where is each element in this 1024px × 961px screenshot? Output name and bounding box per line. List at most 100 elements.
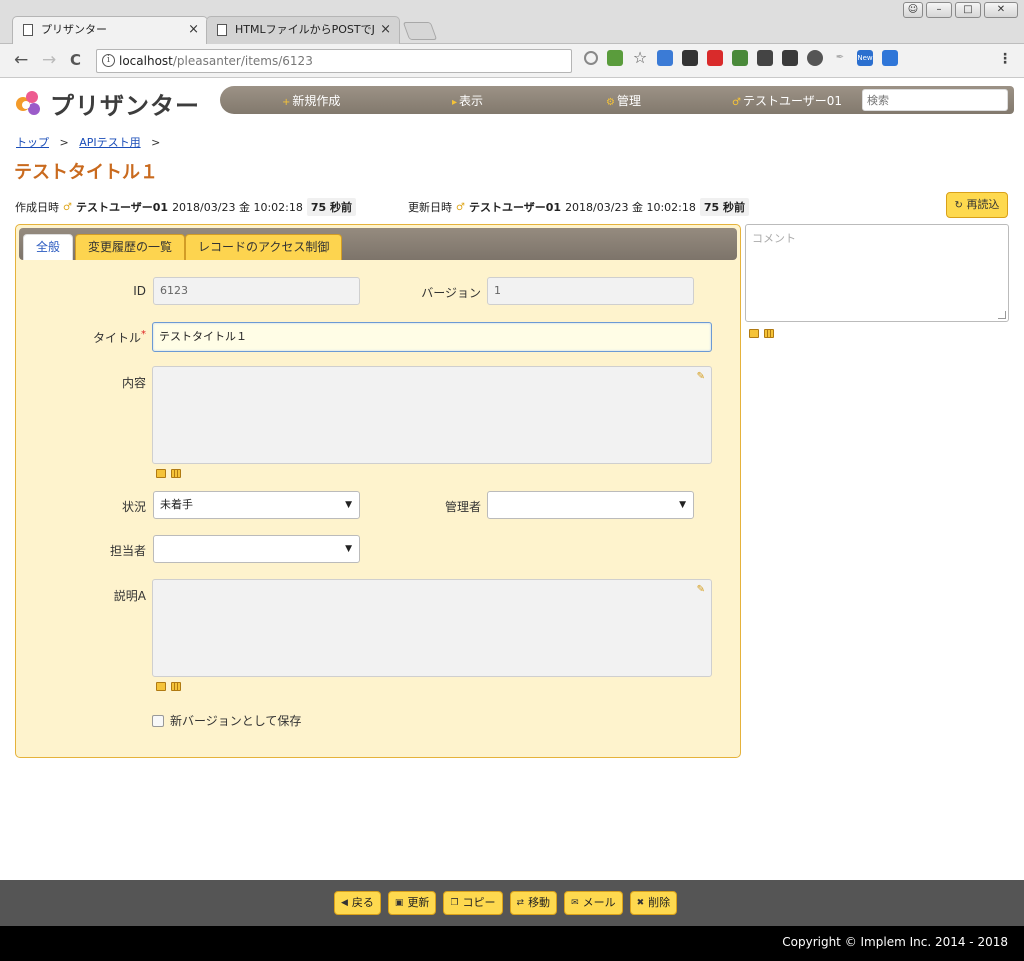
minimize-button[interactable]: –	[926, 2, 952, 18]
pen-extension-icon[interactable]: ✒	[832, 50, 848, 66]
updated-info: 更新日時 ♂ テストユーザー01 2018/03/23 金 10:02:18 7…	[408, 198, 749, 216]
version-field: 1	[487, 277, 694, 305]
image-icon[interactable]	[156, 682, 166, 691]
arrow-extension-icon[interactable]	[607, 50, 623, 66]
description-textarea[interactable]: ✎	[152, 579, 712, 677]
save-icon: ▣	[394, 898, 404, 908]
owner-select[interactable]: ▼	[153, 535, 360, 563]
created-user[interactable]: テストユーザー01	[76, 199, 168, 215]
dropdown-arrow-icon: ▼	[345, 500, 352, 510]
resize-handle[interactable]	[998, 311, 1006, 319]
profile-icon[interactable]: ☺	[903, 2, 923, 18]
image-icon[interactable]	[156, 469, 166, 478]
owner-label: 担当者	[109, 544, 146, 558]
menu-view[interactable]: ▸ 表示	[452, 92, 483, 109]
maximize-button[interactable]: □	[955, 2, 981, 18]
editor-tabs: 全般 変更履歴の一覧 レコードのアクセス制御	[19, 228, 737, 260]
browser-toolbar: ← → C i localhost/pleasanter/items/6123 …	[0, 44, 1024, 78]
tab-access-control[interactable]: レコードのアクセス制御	[185, 234, 343, 260]
translate-extension-icon[interactable]	[657, 50, 673, 66]
globe-extension-icon[interactable]	[807, 50, 823, 66]
browser-tab-active[interactable]: プリザンター ×	[12, 16, 208, 44]
menu-manage[interactable]: ⚙ 管理	[606, 92, 641, 109]
manager-select[interactable]: ▼	[487, 491, 694, 519]
address-bar[interactable]: i localhost/pleasanter/items/6123	[96, 49, 572, 73]
new-version-option[interactable]: 新バージョンとして保存	[152, 712, 301, 729]
close-tab-icon[interactable]: ×	[380, 17, 391, 43]
header-menu-bar: + 新規作成 ▸ 表示 ⚙ 管理 ♂ テストユーザー01	[220, 86, 1014, 114]
window-controls: ☺ – □ ✕	[903, 2, 1018, 18]
url-host: localhost	[119, 54, 173, 68]
update-button[interactable]: ▣ 更新	[387, 891, 437, 915]
tab-title: HTMLファイルからPOSTでJ	[235, 23, 375, 36]
tab-general[interactable]: 全般	[23, 234, 74, 260]
tab-history[interactable]: 変更履歴の一覧	[75, 234, 186, 260]
comment-attach-icons	[749, 329, 774, 338]
body-attach-icons	[156, 469, 181, 478]
new-extension-icon[interactable]: New	[857, 50, 873, 66]
info-icon[interactable]: i	[102, 54, 115, 67]
record-extension-icon[interactable]	[707, 50, 723, 66]
breadcrumb-top-link[interactable]: トップ	[16, 136, 49, 149]
breadcrumb-site-link[interactable]: APIテスト用	[79, 136, 140, 149]
comment-textarea[interactable]: コメント	[745, 224, 1009, 322]
user-icon: ♂	[732, 97, 741, 108]
new-tab-button[interactable]	[402, 22, 438, 40]
table-icon[interactable]	[764, 329, 774, 338]
close-tab-icon[interactable]: ×	[188, 17, 199, 43]
table-icon[interactable]	[171, 469, 181, 478]
logo[interactable]: プリザンター	[12, 86, 200, 121]
tool-extension-icon[interactable]	[732, 50, 748, 66]
umbrella-extension-icon[interactable]	[782, 50, 798, 66]
mail-icon: ✉	[571, 898, 579, 908]
action-bar: ◀ 戻る ▣ 更新 ❐ コピー ⇄ 移動 ✉ メール ✖ 削除	[0, 880, 1024, 926]
back-button[interactable]: ←	[14, 51, 28, 69]
cast-extension-icon[interactable]	[882, 50, 898, 66]
reload-record-button[interactable]: ↻ 再読込	[946, 192, 1008, 218]
status-select[interactable]: 未着手 ▼	[153, 491, 360, 519]
title-label: タイトル*	[92, 329, 146, 345]
dropdown-arrow-icon: ▼	[679, 500, 686, 510]
new-version-checkbox[interactable]	[152, 714, 164, 727]
created-label: 作成日時	[15, 201, 59, 214]
reload-button[interactable]: C	[70, 51, 81, 69]
browser-menu-icon[interactable]: ⋮	[998, 52, 1012, 66]
close-window-button[interactable]: ✕	[984, 2, 1018, 18]
user-icon: ♂	[456, 201, 465, 213]
created-info: 作成日時 ♂ テストユーザー01 2018/03/23 金 10:02:18 7…	[15, 198, 356, 216]
id-label: ID	[133, 284, 146, 298]
trash-icon: ✖	[636, 898, 645, 908]
record-meta: 作成日時 ♂ テストユーザー01 2018/03/23 金 10:02:18 7…	[15, 198, 749, 216]
status-label: 状況	[121, 500, 146, 514]
back-record-button[interactable]: ◀ 戻る	[334, 891, 381, 915]
pencil-icon[interactable]: ✎	[697, 584, 705, 595]
password-extension-icon[interactable]	[682, 50, 698, 66]
body-textarea[interactable]: ✎	[152, 366, 712, 464]
search-input[interactable]	[862, 89, 1008, 111]
forward-button[interactable]: →	[42, 51, 56, 69]
browser-tab-strip: プリザンター × HTMLファイルからPOSTでJ × ☺ – □ ✕	[0, 0, 1024, 44]
refresh-icon: ↻	[954, 200, 963, 211]
updated-user[interactable]: テストユーザー01	[469, 199, 561, 215]
pencil-icon[interactable]: ✎	[697, 371, 705, 382]
menu-new[interactable]: + 新規作成	[282, 92, 340, 109]
mail-button[interactable]: ✉ メール	[564, 891, 623, 915]
id-field: 6123	[153, 277, 360, 305]
delete-button[interactable]: ✖ 削除	[629, 891, 678, 915]
pleasanter-app: プリザンター +新規作成 ▸表示 ⚙管理 ♂テストユーザー01 トップ > AP…	[0, 78, 1024, 961]
move-button[interactable]: ⇄ 移動	[509, 891, 558, 915]
browser-tab-inactive[interactable]: HTMLファイルからPOSTでJ ×	[206, 16, 400, 44]
logo-text: プリザンター	[50, 92, 200, 120]
created-elapsed: 75 秒前	[306, 198, 356, 216]
title-input[interactable]: テストタイトル１	[152, 322, 712, 352]
table-icon[interactable]	[171, 682, 181, 691]
block-extension-icon[interactable]	[584, 51, 598, 65]
body-label: 内容	[121, 376, 146, 390]
tab-title: プリザンター	[41, 23, 107, 36]
menu-user[interactable]: ♂ テストユーザー01	[732, 92, 842, 109]
bookmark-star-icon[interactable]: ☆	[632, 50, 648, 66]
pocket-extension-icon[interactable]	[757, 50, 773, 66]
image-icon[interactable]	[749, 329, 759, 338]
copy-button[interactable]: ❐ コピー	[443, 891, 503, 915]
required-mark: *	[141, 329, 146, 340]
